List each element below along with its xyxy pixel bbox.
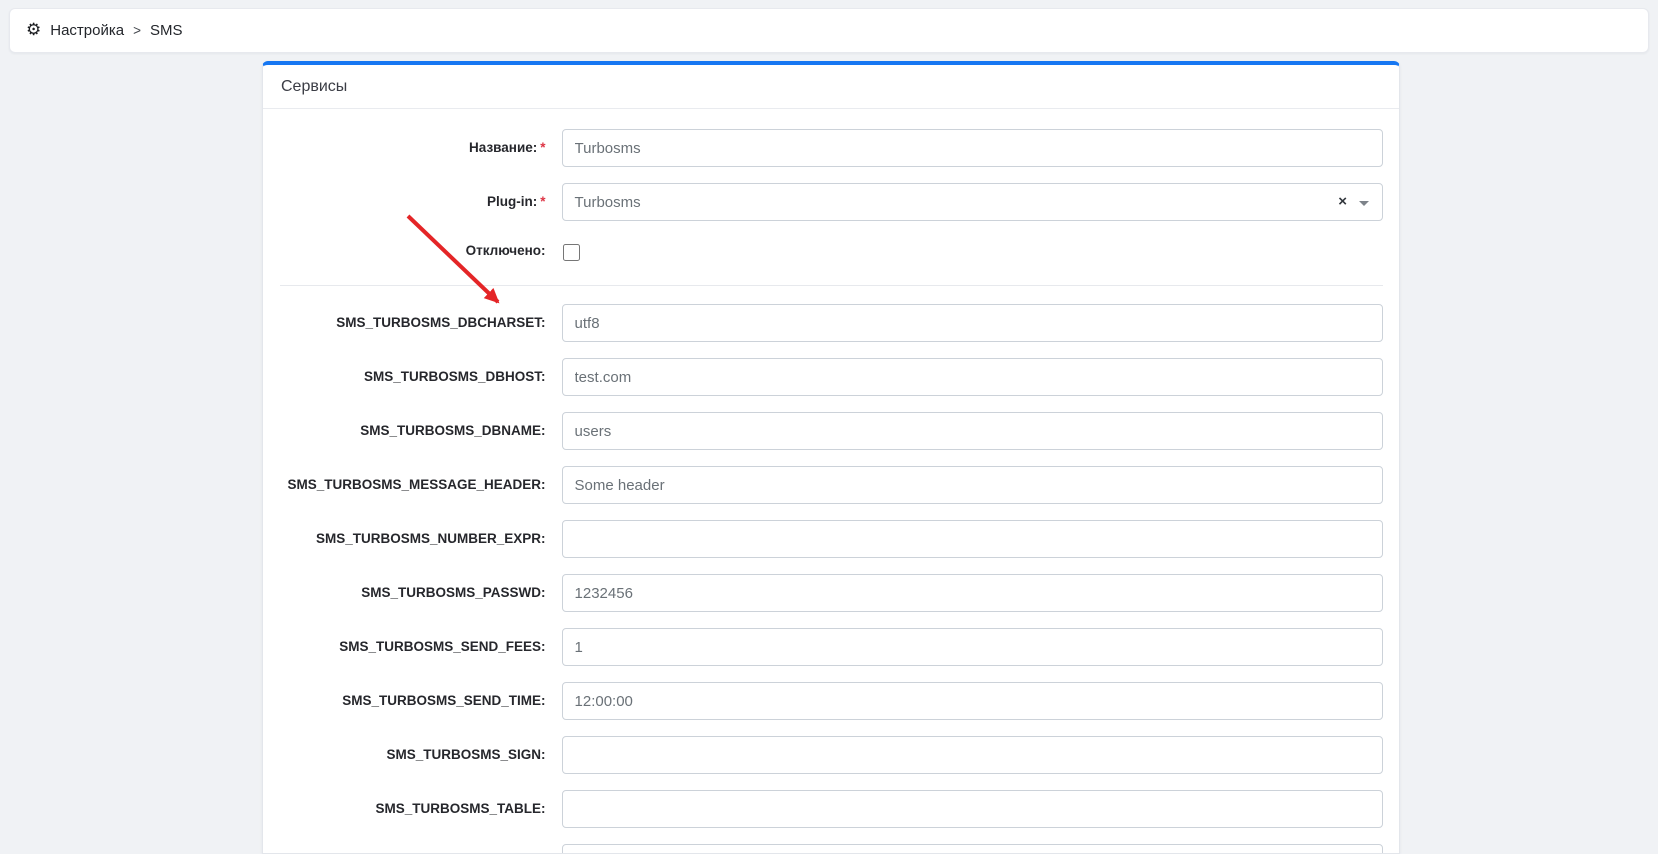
number-expr-label: SMS_TURBOSMS_NUMBER_EXPR: bbox=[316, 531, 546, 546]
table-input[interactable] bbox=[562, 790, 1383, 828]
message-header-input[interactable] bbox=[562, 466, 1383, 504]
gear-icon: ⚙ bbox=[26, 21, 41, 38]
breadcrumb: ⚙ Настройка > SMS bbox=[9, 8, 1649, 53]
services-form: Название:* Plug-in:* Turbosms × Отключ bbox=[263, 109, 1399, 854]
send-fees-label: SMS_TURBOSMS_SEND_FEES: bbox=[339, 639, 545, 654]
form-row-sign: SMS_TURBOSMS_SIGN: bbox=[280, 736, 1383, 774]
dbcharset-input[interactable] bbox=[562, 304, 1383, 342]
passwd-input[interactable] bbox=[562, 574, 1383, 612]
form-row-table: SMS_TURBOSMS_TABLE: bbox=[280, 790, 1383, 828]
breadcrumb-separator: > bbox=[133, 23, 141, 38]
plugin-select[interactable]: Turbosms × bbox=[562, 183, 1383, 221]
form-row-partial bbox=[280, 844, 1383, 854]
required-marker: * bbox=[540, 140, 545, 155]
send-time-label: SMS_TURBOSMS_SEND_TIME: bbox=[342, 693, 545, 708]
form-row-send-fees: SMS_TURBOSMS_SEND_FEES: bbox=[280, 628, 1383, 666]
send-time-input[interactable] bbox=[562, 682, 1383, 720]
clear-icon[interactable]: × bbox=[1338, 193, 1347, 211]
partial-input[interactable] bbox=[562, 844, 1383, 854]
form-row-plugin: Plug-in:* Turbosms × bbox=[280, 183, 1383, 221]
form-row-dbname: SMS_TURBOSMS_DBNAME: bbox=[280, 412, 1383, 450]
dbcharset-label: SMS_TURBOSMS_DBCHARSET: bbox=[336, 315, 545, 330]
dbname-input[interactable] bbox=[562, 412, 1383, 450]
services-card: Сервисы Название:* Plug-in:* Turbosms × bbox=[262, 61, 1400, 854]
disabled-label: Отключено: bbox=[466, 243, 546, 258]
required-marker: * bbox=[540, 194, 545, 209]
chevron-down-icon[interactable] bbox=[1359, 201, 1369, 206]
disabled-checkbox[interactable] bbox=[563, 244, 580, 261]
breadcrumb-item-sms: SMS bbox=[150, 22, 183, 39]
sign-input[interactable] bbox=[562, 736, 1383, 774]
plugin-select-value: Turbosms bbox=[575, 194, 641, 211]
form-row-number-expr: SMS_TURBOSMS_NUMBER_EXPR: bbox=[280, 520, 1383, 558]
name-label: Название: bbox=[469, 140, 537, 155]
table-label: SMS_TURBOSMS_TABLE: bbox=[376, 801, 546, 816]
form-row-dbcharset: SMS_TURBOSMS_DBCHARSET: bbox=[280, 304, 1383, 342]
form-row-passwd: SMS_TURBOSMS_PASSWD: bbox=[280, 574, 1383, 612]
dbhost-input[interactable] bbox=[562, 358, 1383, 396]
sign-label: SMS_TURBOSMS_SIGN: bbox=[386, 747, 545, 762]
send-fees-input[interactable] bbox=[562, 628, 1383, 666]
form-row-send-time: SMS_TURBOSMS_SEND_TIME: bbox=[280, 682, 1383, 720]
form-row-name: Название:* bbox=[280, 129, 1383, 167]
message-header-label: SMS_TURBOSMS_MESSAGE_HEADER: bbox=[287, 477, 545, 492]
number-expr-input[interactable] bbox=[562, 520, 1383, 558]
settings-sms-page: { "breadcrumb": { "section": "Настройка"… bbox=[0, 0, 1658, 854]
form-row-message-header: SMS_TURBOSMS_MESSAGE_HEADER: bbox=[280, 466, 1383, 504]
form-row-dbhost: SMS_TURBOSMS_DBHOST: bbox=[280, 358, 1383, 396]
passwd-label: SMS_TURBOSMS_PASSWD: bbox=[361, 585, 545, 600]
card-title: Сервисы bbox=[263, 65, 1399, 109]
form-row-disabled: Отключено: bbox=[280, 237, 1383, 269]
plugin-label: Plug-in: bbox=[487, 194, 537, 209]
name-input[interactable] bbox=[562, 129, 1383, 167]
dbname-label: SMS_TURBOSMS_DBNAME: bbox=[360, 423, 545, 438]
dbhost-label: SMS_TURBOSMS_DBHOST: bbox=[364, 369, 546, 384]
breadcrumb-item-settings[interactable]: Настройка bbox=[50, 22, 124, 39]
section-divider bbox=[280, 285, 1383, 286]
